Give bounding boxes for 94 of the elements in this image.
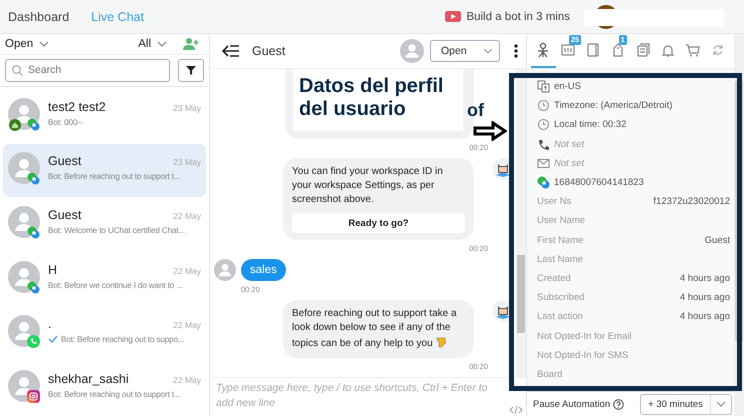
message-preview: Bot: Welcome to UChat certified Chat... xyxy=(48,225,185,236)
collapse-menu-icon[interactable] xyxy=(222,45,240,57)
image-caption: Datos del perfil del usuario xyxy=(293,71,463,131)
conversation-item[interactable]: shekhar_sashi 22 May Bot: Before reaching out to support t... xyxy=(3,362,206,415)
scrollbar[interactable] xyxy=(516,69,526,377)
conversation-date: 22 May xyxy=(173,320,201,330)
empty-value: Not set xyxy=(554,138,584,150)
avatar-icon xyxy=(214,259,236,281)
message-text: Before reaching out to support take a look down below to see if any of the topics can be of any help to you xyxy=(292,307,458,351)
conversation-date: 22 May xyxy=(173,266,201,276)
filter-icon xyxy=(186,66,196,75)
field-label: Last Name xyxy=(537,254,583,265)
cart-icon xyxy=(684,42,701,58)
clock-icon xyxy=(537,99,550,112)
instagram-icon xyxy=(27,390,40,403)
book-icon xyxy=(585,42,602,58)
field-label: Last action xyxy=(537,311,583,322)
message-bubble: sales xyxy=(241,259,286,281)
profile-value: Local time: 00:32 xyxy=(554,119,626,130)
avatar-icon xyxy=(400,39,424,63)
contact-name: Guest xyxy=(252,44,286,58)
profile-value: 16848007604141823 xyxy=(554,177,644,188)
field-label: Subscribed xyxy=(537,292,585,304)
profile-value: en-US xyxy=(554,81,581,92)
chevron-down-icon xyxy=(483,48,493,54)
notes-icon xyxy=(634,42,651,58)
assignee-dropdown[interactable]: All xyxy=(138,38,167,50)
contact-name: shekhar_sashi xyxy=(48,372,129,386)
message-preview: Bot: 000-- xyxy=(48,116,82,127)
quick-reply-button[interactable]: Ready to go? xyxy=(292,213,465,233)
chat-bubbles-icon xyxy=(27,280,40,294)
chevron-down-icon xyxy=(716,401,726,407)
chat-bubbles-icon xyxy=(27,118,40,131)
contact-name: Guest xyxy=(48,154,82,168)
field-label: User Name xyxy=(537,215,586,226)
field-label: Not Opted-In for Email xyxy=(537,330,632,342)
conversation-item[interactable]: Guest 22 May Bot: Welcome to UChat certified Chat... xyxy=(3,198,206,252)
chevron-down-icon xyxy=(39,40,50,47)
empty-value: Not set xyxy=(554,158,584,169)
code-icon[interactable] xyxy=(509,406,523,414)
phone-icon xyxy=(537,138,550,151)
field-label: User Ns xyxy=(537,196,572,208)
more-icon[interactable] xyxy=(514,44,518,58)
field-value: f12372u23020012 xyxy=(653,196,730,208)
field-value: 4 hours ago xyxy=(680,311,730,322)
chat-bubbles-icon xyxy=(537,176,550,190)
conversation-date: 23 May xyxy=(173,102,201,113)
help-icon xyxy=(613,398,624,410)
conversation-date: 22 May xyxy=(173,374,201,385)
mail-icon xyxy=(537,156,550,170)
contact-name: H xyxy=(48,262,58,277)
filter-button[interactable] xyxy=(178,58,204,82)
status-dropdown[interactable]: Open xyxy=(5,38,50,50)
add-user-icon[interactable] xyxy=(183,36,199,51)
duration-dropdown[interactable]: + 30 minutes xyxy=(640,394,732,414)
conversation-item[interactable]: Guest 23 May Bot: Before reaching out to support t... xyxy=(3,144,206,198)
conversation-date: 23 May xyxy=(173,157,201,168)
contact-name: . xyxy=(48,317,52,332)
conversation-item[interactable]: test2 test2 23 May Bot: 000-- xyxy=(3,90,206,143)
chevron-down-icon xyxy=(157,40,167,47)
field-label: Created xyxy=(537,272,571,284)
pointing-hand-icon xyxy=(436,335,446,348)
list-icon xyxy=(560,42,576,58)
field-value: Guest xyxy=(704,234,730,246)
message-text: You can find your workspace ID in your workspace Settings, as per screenshot above. xyxy=(292,165,444,207)
message-preview: Bot: Before reaching out to support t... xyxy=(48,171,180,182)
message-preview: Bot: Before we continue I do want to ... xyxy=(48,280,183,290)
annotation-text: of xyxy=(467,100,484,121)
field-label: Board xyxy=(537,368,562,380)
field-label: Not Opted-In for SMS xyxy=(537,350,628,361)
conversation-date: 22 May xyxy=(173,211,201,222)
field-value: 4 hours ago xyxy=(680,292,730,304)
whatsapp-icon xyxy=(27,335,40,348)
conversation-item[interactable]: . 22 May Bot: Before reaching out to suppo... xyxy=(3,307,206,360)
chat-bubbles-icon xyxy=(27,172,40,186)
clock-icon xyxy=(537,118,550,132)
contact-name: test2 test2 xyxy=(48,100,106,114)
promo-link[interactable]: Build a bot in 3 mins xyxy=(445,10,570,22)
message-preview: Bot: Before reaching out to suppo... xyxy=(61,334,184,344)
conversation-item[interactable]: H 22 May Bot: Before we continue I do want to ... xyxy=(3,252,206,306)
field-value: 4 hours ago xyxy=(680,272,730,284)
search-field[interactable]: Search xyxy=(5,58,170,82)
pause-automation-label: Pause Automation xyxy=(533,398,610,410)
search-icon xyxy=(12,64,23,76)
profile-value: Timezone: (America/Detroit) xyxy=(554,100,672,112)
translate-icon xyxy=(537,80,550,94)
chat-bubbles-icon xyxy=(27,226,40,240)
message-preview: Bot: Before reaching out to support t... xyxy=(48,388,180,399)
play-icon xyxy=(445,11,462,22)
status-dropdown[interactable]: Open xyxy=(430,40,500,62)
arrow-right-icon xyxy=(473,121,507,141)
field-label: First Name xyxy=(537,234,584,246)
contact-name: Guest xyxy=(48,208,82,222)
nav-tab[interactable]: Dashboard xyxy=(8,10,70,24)
